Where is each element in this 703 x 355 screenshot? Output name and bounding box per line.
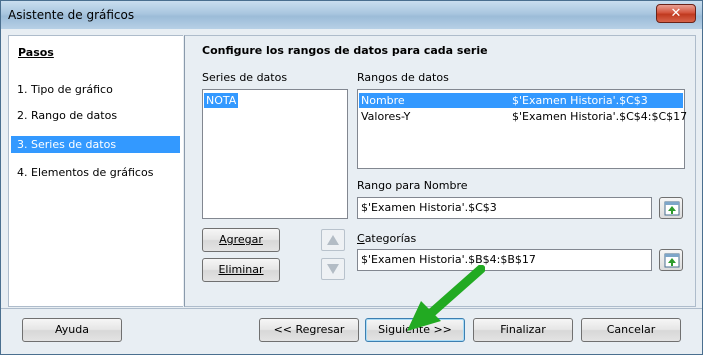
series-list[interactable]: NOTA (202, 89, 348, 219)
move-up-button[interactable] (321, 229, 345, 251)
title-bar[interactable]: Asistente de gráficos ✕ (1, 1, 702, 29)
range-row-name[interactable]: Nombre $'Examen Historia'.$C$3 (359, 93, 683, 108)
ranges-label: Rangos de datos (357, 71, 449, 84)
range-role: Valores-Y (361, 110, 411, 123)
range-value: $'Examen Historia'.$C$4:$C$17 (512, 110, 688, 123)
arrow-up-icon (327, 235, 339, 245)
finish-button[interactable]: Finalizar (473, 318, 573, 342)
range-role: Nombre (361, 94, 405, 107)
step-chart-type[interactable]: 1. Tipo de gráfico (11, 81, 180, 98)
name-range-select-button[interactable] (659, 197, 683, 219)
step-data-range[interactable]: 2. Rango de datos (11, 107, 180, 124)
categories-select-button[interactable] (659, 249, 683, 271)
steps-sidebar: Pasos 1. Tipo de gráfico 2. Rango de dat… (8, 35, 183, 307)
chart-wizard-dialog: Asistente de gráficos ✕ Pasos 1. Tipo de… (0, 0, 703, 355)
window-title: Asistente de gráficos (8, 8, 135, 22)
steps-heading: Pasos (18, 46, 54, 59)
next-button[interactable]: Siguiente >> (365, 318, 465, 342)
name-range-label: Rango para Nombre (357, 179, 468, 192)
add-series-button[interactable]: Agregar (202, 228, 280, 252)
remove-series-button[interactable]: Eliminar (202, 258, 280, 282)
help-button[interactable]: Ayuda (22, 318, 122, 342)
categories-field[interactable]: $'Examen Historia'.$B$4:$B$17 (357, 249, 652, 271)
step-chart-elements[interactable]: 4. Elementos de gráficos (11, 164, 180, 181)
cancel-button[interactable]: Cancelar (581, 318, 681, 342)
shrink-range-icon (664, 201, 680, 216)
back-button[interactable]: << Regresar (259, 318, 359, 342)
range-value: $'Examen Historia'.$C$3 (512, 94, 648, 107)
name-range-field[interactable]: $'Examen Historia'.$C$3 (357, 197, 652, 219)
button-bar: Ayuda << Regresar Siguiente >> Finalizar… (1, 308, 702, 354)
series-label: Series de datos (202, 71, 288, 84)
panel-title: Configure los rangos de datos para cada … (202, 44, 488, 57)
categories-label: Categorías (357, 232, 417, 245)
close-button[interactable]: ✕ (656, 4, 696, 23)
shrink-range-icon (664, 253, 680, 268)
arrow-down-icon (327, 264, 339, 274)
range-row-y-values[interactable]: Valores-Y $'Examen Historia'.$C$4:$C$17 (359, 109, 687, 124)
main-panel: Configure los rangos de datos para cada … (184, 35, 696, 307)
ranges-list[interactable]: Nombre $'Examen Historia'.$C$3 Valores-Y… (357, 89, 687, 169)
series-item-nota[interactable]: NOTA (204, 93, 238, 108)
move-down-button[interactable] (321, 258, 345, 280)
step-data-series[interactable]: 3. Series de datos (11, 136, 180, 153)
